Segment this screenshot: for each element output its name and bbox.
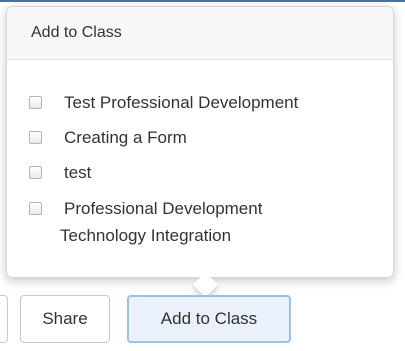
class-option-label: Creating a Form <box>64 128 187 147</box>
previous-button-edge[interactable] <box>0 295 8 343</box>
class-option[interactable]: test <box>29 159 91 186</box>
class-option-label-line1: Professional Development <box>64 199 263 218</box>
class-option-label: test <box>64 163 92 182</box>
popover-title: Add to Class <box>7 7 393 60</box>
share-button[interactable]: Share <box>20 295 110 343</box>
class-checkbox[interactable] <box>29 166 42 179</box>
class-checkbox[interactable] <box>29 96 42 109</box>
class-option-label: Professional Development Technology Inte… <box>60 195 364 249</box>
class-option[interactable]: Test Professional Development <box>29 89 298 116</box>
class-option[interactable]: Professional Development Technology Inte… <box>29 195 364 249</box>
class-checkbox[interactable] <box>29 131 42 144</box>
class-checkbox[interactable] <box>29 202 42 215</box>
class-option-label-line2: Technology Integration <box>60 226 232 245</box>
add-to-class-button[interactable]: Add to Class <box>127 295 291 343</box>
class-option-label: Test Professional Development <box>64 93 299 112</box>
top-border <box>0 0 405 2</box>
class-option[interactable]: Creating a Form <box>29 124 187 151</box>
add-to-class-popover: Add to Class Test Professional Developme… <box>6 6 394 278</box>
